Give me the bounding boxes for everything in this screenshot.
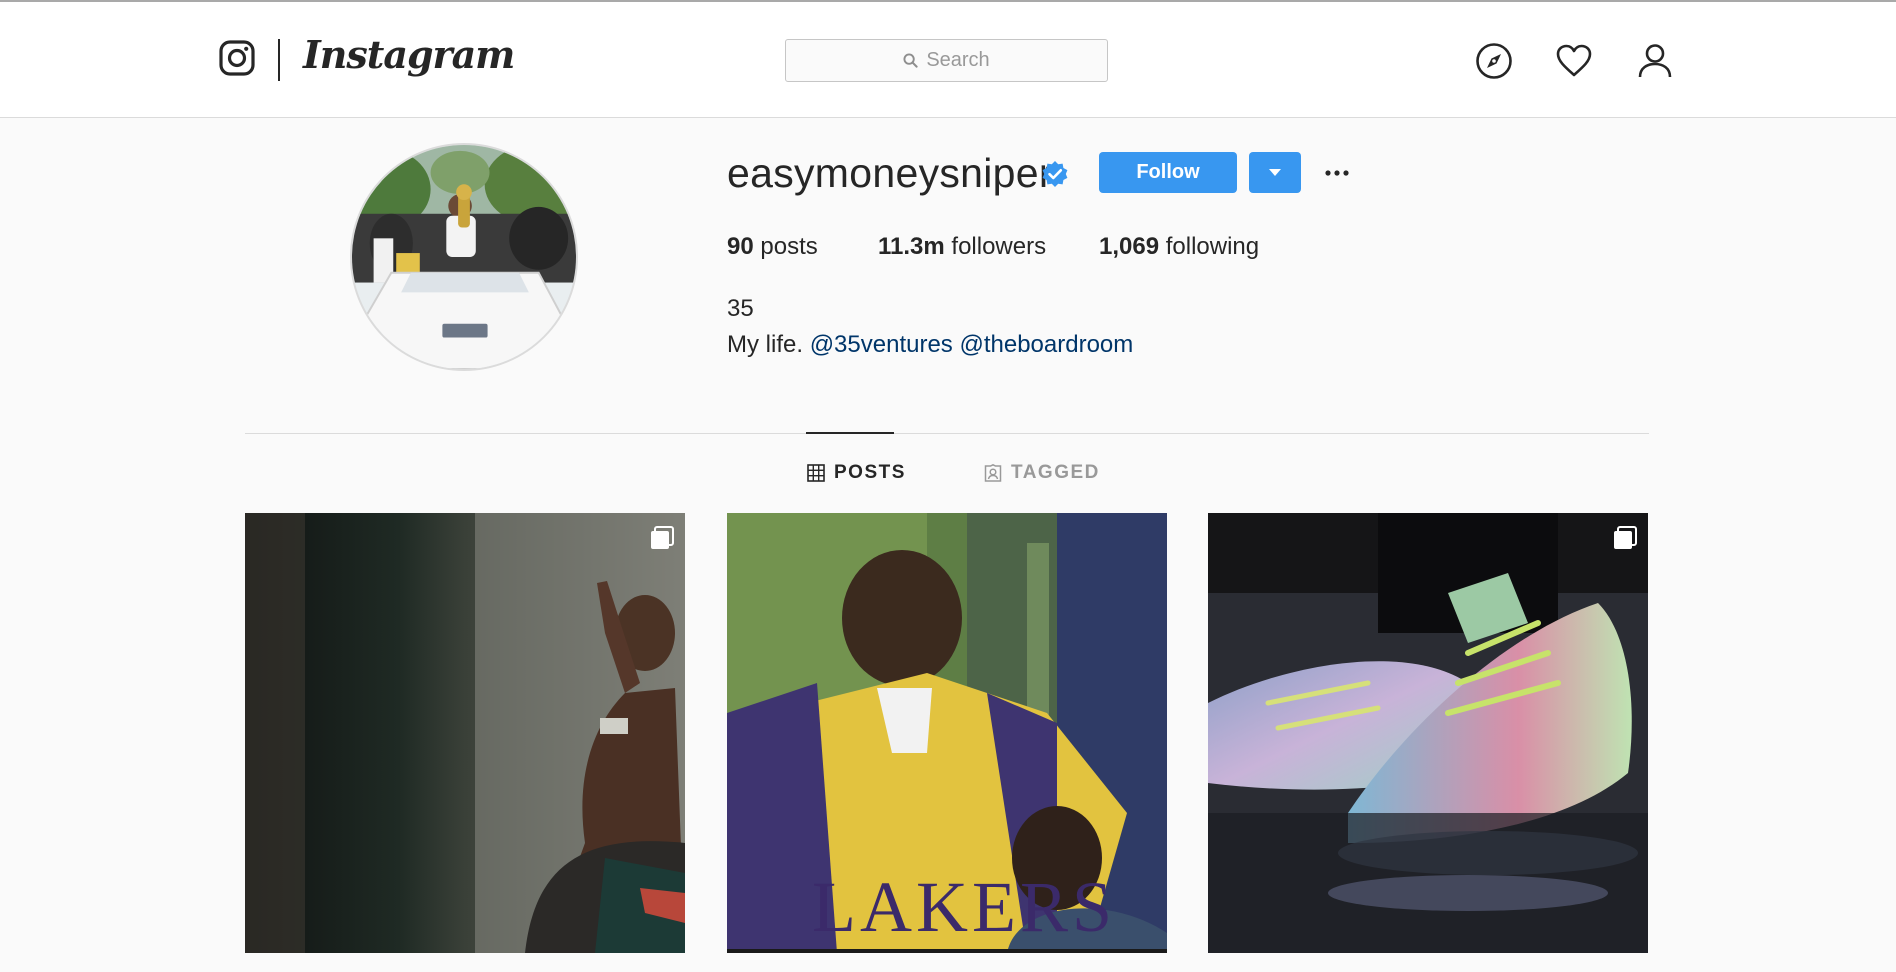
profile-avatar[interactable] [350,143,578,371]
instagram-wordmark[interactable]: Instagram [303,32,515,77]
post-thumbnail-1[interactable] [245,513,685,953]
bio-mention-35ventures[interactable]: @35ventures [810,331,953,358]
stat-followers[interactable]: 11.3m followers [878,233,1046,261]
post-thumbnail-2[interactable]: LAKERS [727,513,1167,953]
tab-posts[interactable]: POSTS [807,462,906,484]
grid-icon [807,464,825,482]
post-thumbnail-3[interactable] [1208,513,1648,953]
bio-body: My life. [727,331,810,358]
logo-divider [278,39,280,81]
carousel-icon [1614,526,1637,549]
carousel-icon [651,526,674,549]
tab-tagged-label: TAGGED [1011,462,1100,483]
bio-name: 35 [727,295,754,322]
profile-username: easymoneysniper [727,150,1053,196]
ellipsis-icon [1325,170,1349,176]
follow-button[interactable]: Follow [1099,152,1237,193]
stat-posts: 90 posts [727,233,818,261]
post-3-photo [1208,513,1648,953]
avatar-photo [352,145,576,369]
compass-icon[interactable] [1475,42,1513,80]
following-count: 1,069 [1099,233,1160,260]
triangle-down-icon [1269,169,1281,176]
tabs-divider [245,433,1649,434]
user-icon[interactable] [1636,42,1674,80]
heart-icon[interactable] [1555,42,1593,80]
posts-count: 90 [727,233,754,260]
lakers-jersey-text: LAKERS [812,867,1116,947]
post-2-photo: LAKERS [727,513,1167,953]
top-nav-bar: Instagram Search [0,2,1896,118]
bio-mention-theboardroom[interactable]: @theboardroom [959,331,1133,358]
more-options-button[interactable] [1320,158,1354,188]
tab-posts-label: POSTS [834,462,906,483]
stat-following[interactable]: 1,069 following [1099,233,1259,261]
tagged-user-icon [984,464,1002,482]
following-label: following [1159,233,1260,260]
post-1-photo [245,513,685,953]
tab-tagged[interactable]: TAGGED [984,462,1100,484]
followers-count: 11.3m [878,233,945,260]
search-input[interactable]: Search [785,39,1108,82]
active-tab-indicator [806,432,894,434]
search-placeholder: Search [926,49,990,71]
suggested-dropdown-button[interactable] [1249,152,1301,193]
posts-label: posts [753,233,818,260]
verified-badge-icon [1042,161,1068,187]
search-icon [903,53,918,68]
bio-text: My life. @35ventures @theboardroom [727,331,1133,359]
instagram-glyph-icon[interactable] [219,40,255,76]
followers-label: followers [944,233,1047,260]
